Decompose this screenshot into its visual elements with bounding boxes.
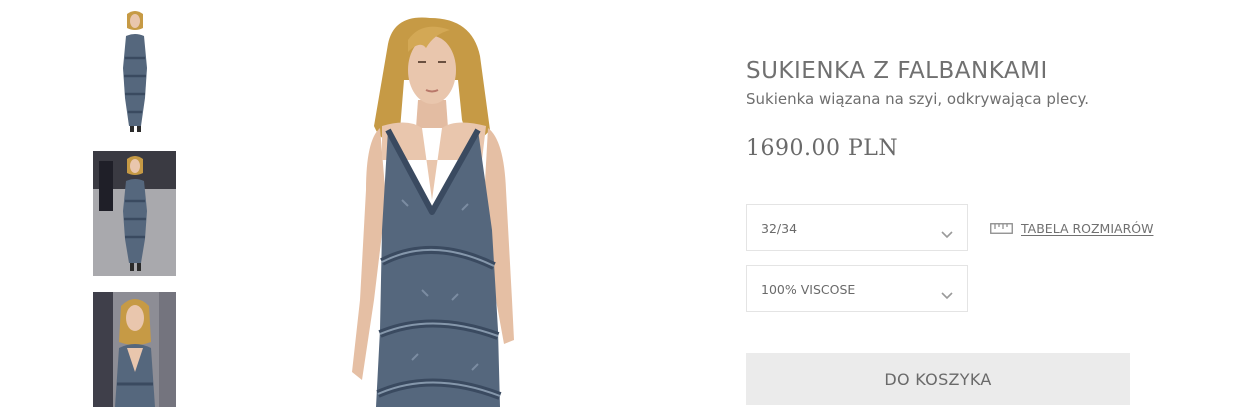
thumbnail-3[interactable]: [93, 292, 176, 407]
thumbnail-1[interactable]: [93, 8, 176, 136]
add-to-cart-button[interactable]: DO KOSZYKA: [746, 353, 1130, 405]
ruler-icon: [990, 219, 1013, 238]
product-price: 1690.00 PLN: [746, 136, 899, 161]
product-title: SUKIENKA Z FALBANKAMI: [746, 58, 1048, 84]
chevron-down-icon: [941, 285, 953, 304]
size-chart-label: TABELA ROZMIARÓW: [1021, 221, 1154, 236]
model-in-dress-image: [352, 17, 514, 407]
runway-photo-thumb-2: [93, 151, 176, 276]
material-select-value: 100% VISCOSE: [761, 282, 856, 297]
model-photo-thumb-1: [93, 8, 176, 136]
size-select[interactable]: 32/34: [746, 204, 968, 251]
product-description: Sukienka wiązana na szyi, odkrywająca pl…: [746, 90, 1090, 108]
size-select-value: 32/34: [761, 221, 798, 236]
chevron-down-icon: [941, 224, 953, 243]
main-product-image[interactable]: [322, 0, 542, 407]
material-select[interactable]: 100% VISCOSE: [746, 265, 968, 312]
size-chart-link[interactable]: TABELA ROZMIARÓW: [990, 219, 1153, 238]
thumbnail-2[interactable]: [93, 151, 176, 276]
runway-photo-thumb-3: [93, 292, 176, 407]
